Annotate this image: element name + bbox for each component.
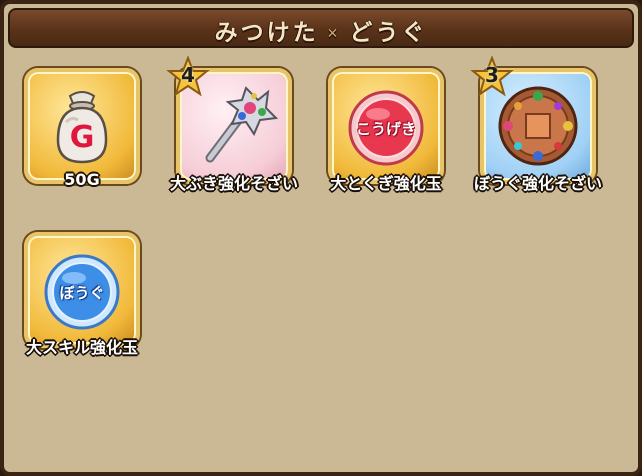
item-slot-skill-orb[interactable]: こうげき 大とくぎ強化玉: [316, 56, 456, 206]
item-slot-armor-material[interactable]: 3 ぼうぐ強化そざい: [468, 56, 608, 206]
item-slot-weapon-material[interactable]: 4 大ぶき強化そざい: [164, 56, 304, 206]
panel-title: みつけた ✕ どうぐ: [10, 13, 632, 47]
separator-icon: ✕: [326, 25, 342, 42]
item-label: 大スキル強化玉: [25, 338, 138, 357]
item-label: 大ぶき強化そざい: [169, 174, 298, 193]
panel-header: みつけた ✕ どうぐ: [8, 8, 634, 48]
title-left: みつけた: [214, 20, 319, 46]
count-badge: 4: [166, 56, 210, 98]
item-grid: G 50G 4 大ぶき強化そざい こうげき 大とくぎ強化玉 3 ぼうぐ強化そざい…: [12, 56, 634, 468]
bag-letter: G: [69, 120, 95, 155]
badge-count: 4: [181, 63, 195, 87]
item-slot-skill-orb-large[interactable]: ぼうぐ 大スキル強化玉: [12, 220, 152, 370]
gold-bag-icon: G: [36, 78, 128, 170]
found-items-panel: みつけた ✕ どうぐ G 50G 4 大ぶき強化そざい こうげき 大とくぎ強化玉…: [0, 0, 642, 476]
item-slot-gold[interactable]: G 50G: [12, 56, 152, 206]
armor-orb-icon: ぼうぐ: [36, 242, 128, 334]
badge-count: 3: [485, 63, 499, 87]
item-label: 50G: [64, 170, 100, 189]
item-label: ぼうぐ強化そざい: [473, 174, 602, 193]
skill-orb-icon: こうげき: [340, 78, 432, 170]
item-label: 大とくぎ強化玉: [330, 174, 442, 193]
orb-text: こうげき: [355, 120, 416, 138]
orb-text: ぼうぐ: [59, 284, 105, 302]
title-right: どうぐ: [349, 20, 428, 46]
count-badge: 3: [470, 56, 514, 98]
